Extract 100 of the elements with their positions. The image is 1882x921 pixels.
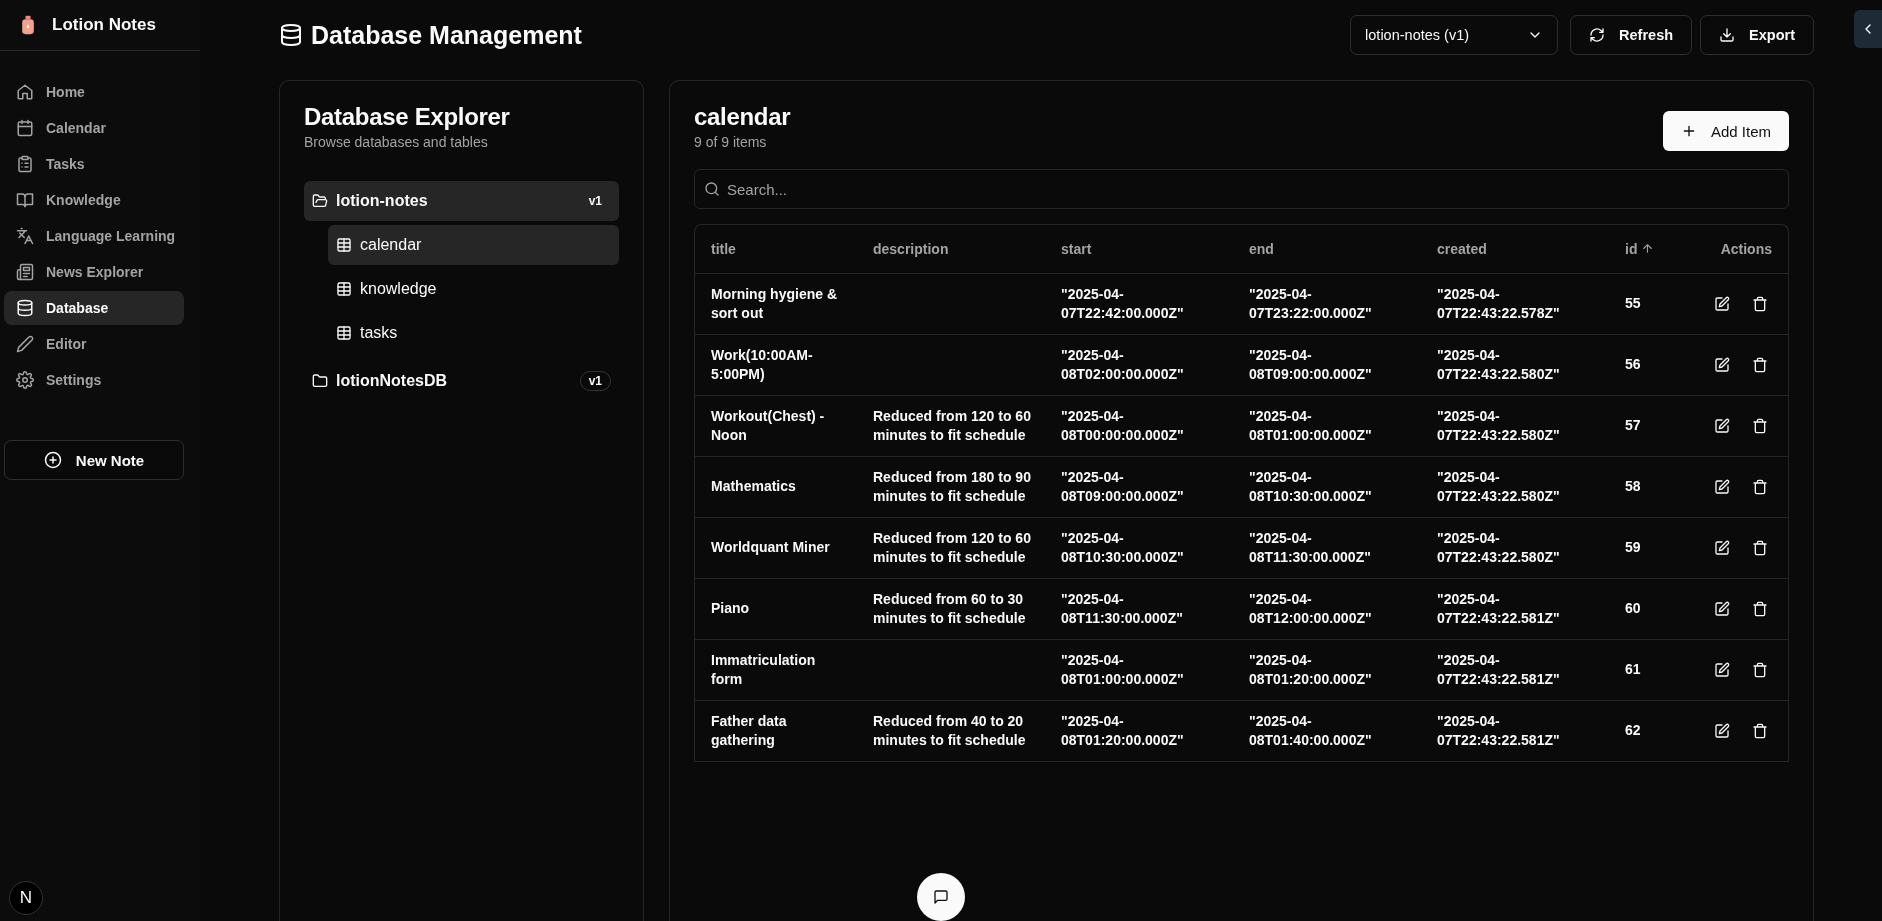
database-icon: [279, 23, 303, 47]
add-item-button[interactable]: Add Item: [1662, 111, 1789, 151]
table-cell: 61: [1625, 661, 1641, 677]
delete-button[interactable]: [1752, 600, 1768, 617]
table-cell: Reduced from 40 to 20 minutes to fit schedule: [873, 712, 1026, 748]
newspaper-icon: [16, 263, 34, 281]
delete-button[interactable]: [1752, 661, 1768, 678]
column-header[interactable]: description: [873, 240, 949, 257]
column-header[interactable]: created: [1437, 240, 1487, 257]
nav-item[interactable]: Tasks: [4, 147, 184, 181]
table-cell: "2025-04-07T22:42:00.000Z": [1061, 285, 1184, 321]
table-cell: Workout(Chest) - Noon: [711, 407, 825, 443]
table-cell: "2025-04-08T01:20:00.000Z": [1249, 651, 1372, 687]
table-cell: "2025-04-07T22:43:22.580Z": [1437, 346, 1560, 382]
delete-button[interactable]: [1752, 722, 1768, 739]
export-button[interactable]: Export: [1700, 15, 1814, 55]
nav-item[interactable]: News Explorer: [4, 255, 184, 289]
table-cell: Work(10:00AM-5:00PM): [711, 346, 813, 382]
collapse-button[interactable]: [1854, 10, 1882, 48]
table-cell: Morning hygiene & sort out: [711, 285, 837, 321]
delete-button[interactable]: [1752, 295, 1768, 312]
nav-item[interactable]: Database: [4, 291, 184, 325]
panel-title: Database Explorer: [304, 103, 511, 131]
search-field[interactable]: Search...: [694, 169, 1789, 209]
table-cell: 58: [1625, 478, 1641, 494]
table-icon: [336, 237, 352, 253]
edit-icon: [1714, 600, 1730, 617]
edit-button[interactable]: [1714, 661, 1730, 678]
column-header[interactable]: id: [1625, 240, 1655, 257]
table-cell: 55: [1625, 295, 1641, 311]
nav-item[interactable]: Editor: [4, 327, 184, 361]
table-tree-item[interactable]: calendar: [328, 225, 619, 265]
edit-icon: [1714, 417, 1730, 434]
edit-button[interactable]: [1714, 478, 1730, 495]
table-cell: Reduced from 180 to 90 minutes to fit schedule: [873, 468, 1031, 504]
version-label: v1: [587, 193, 603, 210]
table-cell: Reduced from 120 to 60 minutes to fit schedule: [873, 529, 1031, 565]
home-icon: [16, 83, 34, 101]
table-cell: "2025-04-08T11:30:00.000Z": [1249, 529, 1371, 565]
table-tree-item[interactable]: knowledge: [328, 269, 619, 309]
settings-icon: [16, 371, 34, 389]
app-name: Lotion Notes: [52, 15, 156, 35]
edit-button[interactable]: [1714, 295, 1730, 312]
table-cell: "2025-04-08T01:40:00.000Z": [1249, 712, 1372, 748]
nav-item[interactable]: Settings: [4, 363, 184, 397]
database-tree-item[interactable]: lotion-notes v1: [304, 181, 619, 221]
column-header[interactable]: end: [1249, 240, 1274, 257]
edit-icon: [1714, 356, 1730, 373]
table-icon: [336, 281, 352, 297]
edit-button[interactable]: [1714, 417, 1730, 434]
table-cell: Father data gathering: [711, 712, 787, 748]
edit-button[interactable]: [1714, 600, 1730, 617]
edit-button[interactable]: [1714, 356, 1730, 373]
page-title: Database Management: [311, 20, 582, 50]
nav-item[interactable]: Language Learning: [4, 219, 184, 253]
pencil-icon: [16, 335, 34, 353]
trash-icon: [1752, 356, 1768, 373]
delete-button[interactable]: [1752, 478, 1768, 495]
table-cell: "2025-04-08T11:30:00.000Z": [1061, 590, 1183, 626]
edit-icon: [1714, 722, 1730, 739]
table-cell: "2025-04-07T22:43:22.581Z": [1437, 651, 1560, 687]
table-cell: "2025-04-08T02:00:00.000Z": [1061, 346, 1184, 382]
table-cell: 57: [1625, 417, 1641, 433]
table-cell: Piano: [711, 600, 750, 616]
table-cell: 56: [1625, 356, 1641, 372]
table-cell: "2025-04-07T22:43:22.580Z": [1437, 529, 1560, 565]
nav-item[interactable]: Home: [4, 75, 184, 109]
nav-item[interactable]: Calendar: [4, 111, 184, 145]
table-cell: "2025-04-08T01:00:00.000Z": [1061, 651, 1184, 687]
delete-button[interactable]: [1752, 356, 1768, 373]
arrow-up-icon: [1641, 242, 1655, 256]
table-cell: 59: [1625, 539, 1641, 555]
new-note-button[interactable]: New Note: [4, 440, 184, 480]
refresh-button[interactable]: Refresh: [1570, 15, 1693, 55]
edit-button[interactable]: [1714, 539, 1730, 556]
edit-button[interactable]: [1714, 722, 1730, 739]
column-header[interactable]: start: [1061, 240, 1092, 257]
search-icon: [704, 181, 720, 197]
table-title: calendar: [694, 103, 791, 131]
edit-icon: [1714, 295, 1730, 312]
clipboard-icon: [16, 155, 34, 173]
table-cell: Reduced from 60 to 30 minutes to fit schedule: [873, 590, 1026, 626]
column-header[interactable]: title: [711, 240, 736, 257]
table-tree-item[interactable]: tasks: [328, 313, 619, 353]
table-cell: 60: [1625, 600, 1641, 616]
chat-icon: [933, 889, 949, 905]
nav-item[interactable]: Knowledge: [4, 183, 184, 217]
item-count: 9 of 9 items: [694, 134, 768, 150]
table-cell: "2025-04-08T12:00:00.000Z": [1249, 590, 1372, 626]
book-icon: [16, 191, 34, 209]
delete-button[interactable]: [1752, 417, 1768, 434]
database-tree-item[interactable]: lotionNotesDB v1: [304, 361, 619, 401]
table-cell: "2025-04-07T22:43:22.581Z": [1437, 590, 1560, 626]
avatar[interactable]: N: [9, 881, 43, 915]
trash-icon: [1752, 295, 1768, 312]
trash-icon: [1752, 661, 1768, 678]
column-header[interactable]: Actions: [1720, 240, 1772, 257]
table-cell: "2025-04-08T00:00:00.000Z": [1061, 407, 1184, 443]
database-select[interactable]: lotion-notes (v1): [1350, 15, 1559, 55]
delete-button[interactable]: [1752, 539, 1768, 556]
